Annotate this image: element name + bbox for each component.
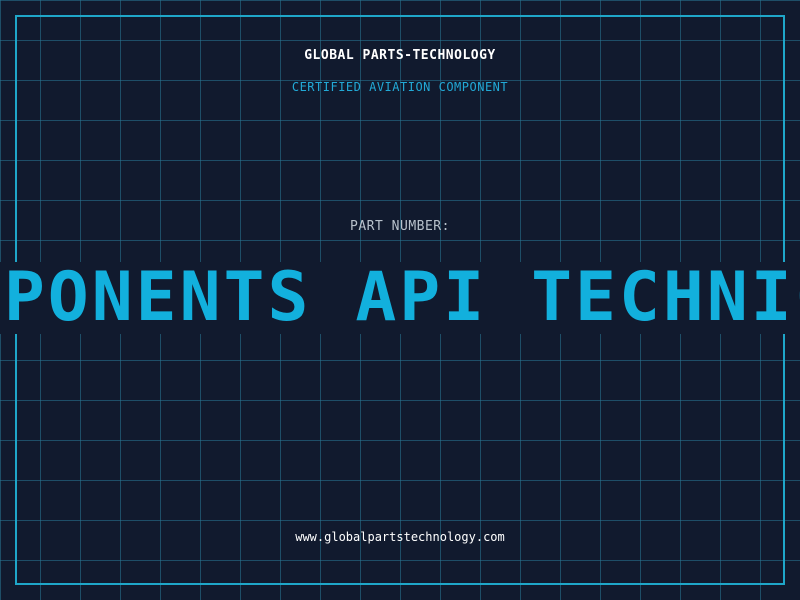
certificate-subtitle: CERTIFIED AVIATION COMPONENT [291,80,509,94]
part-number-band: COMPONENTS API TECHNICAL [0,262,800,334]
company-name: GLOBAL PARTS-TECHNOLOGY [304,48,496,63]
website-url: www.globalpartstechnology.com [295,530,505,544]
part-number-label: PART NUMBER: [350,219,450,234]
part-number-value: COMPONENTS API TECHNICAL [0,262,800,334]
